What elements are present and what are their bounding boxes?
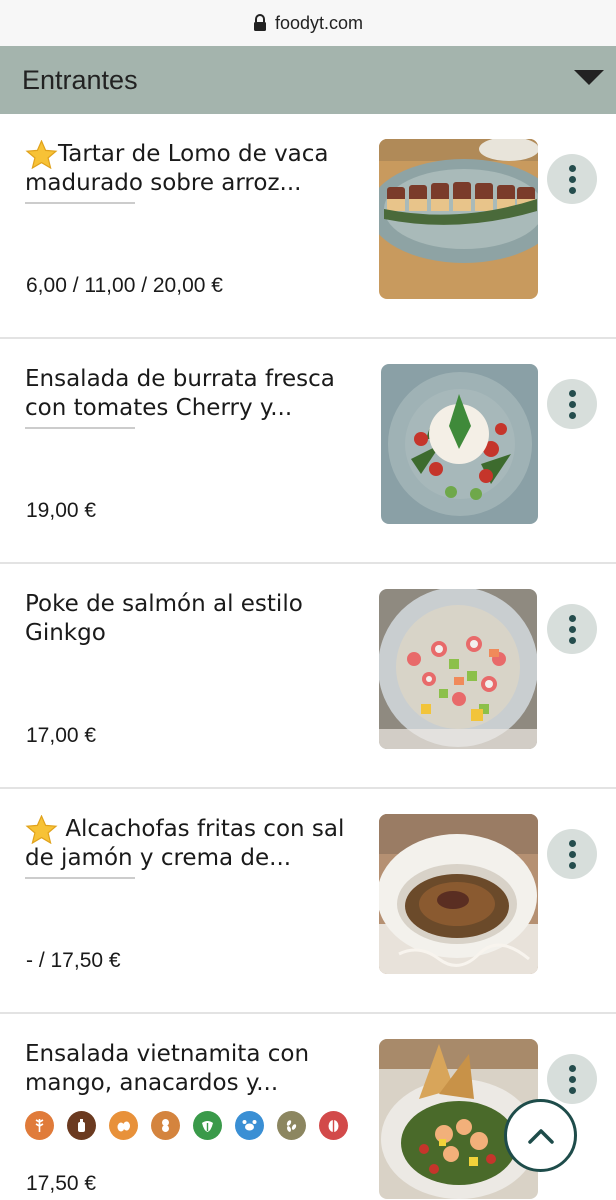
sesame-icon bbox=[277, 1111, 306, 1140]
more-vertical-icon[interactable] bbox=[547, 379, 597, 429]
item-name-text: Alcachofas fritas con sal de jamón y cre… bbox=[25, 816, 345, 871]
burrata-photo[interactable] bbox=[381, 364, 538, 524]
crustacean-icon bbox=[235, 1111, 264, 1140]
url-text: foodyt.com bbox=[274, 12, 364, 33]
tartar-photo[interactable] bbox=[379, 139, 538, 299]
item-name: Ensalada de burrata fresca con tomates C… bbox=[25, 366, 335, 421]
menu-item[interactable]: Alcachofas fritas con sal de jamón y cre… bbox=[0, 789, 616, 1014]
more-vertical-icon[interactable] bbox=[547, 1054, 597, 1104]
section-header[interactable]: Entrantes bbox=[0, 46, 616, 114]
section-title: Entrantes bbox=[22, 64, 138, 95]
item-name: Tartar de Lomo de vaca madurado sobre ar… bbox=[25, 140, 355, 198]
browser-url-bar[interactable]: foodyt.com bbox=[0, 0, 616, 46]
artichoke-photo[interactable] bbox=[379, 814, 538, 974]
truncated-line bbox=[25, 875, 135, 881]
more-vertical-icon[interactable] bbox=[547, 154, 597, 204]
item-name: Alcachofas fritas con sal de jamón y cre… bbox=[25, 815, 355, 873]
star-icon bbox=[25, 140, 58, 170]
scroll-to-top-button[interactable] bbox=[504, 1099, 577, 1172]
caret-down-icon[interactable] bbox=[574, 70, 604, 85]
item-price: 17,00 € bbox=[26, 724, 97, 747]
item-name: Ensalada vietnamita con mango, anacardos… bbox=[25, 1041, 310, 1096]
poke-photo[interactable] bbox=[379, 589, 537, 749]
star-icon bbox=[25, 815, 58, 845]
more-vertical-icon[interactable] bbox=[547, 604, 597, 654]
item-price: 19,00 € bbox=[26, 499, 97, 522]
egg-icon bbox=[109, 1111, 138, 1140]
truncated-line bbox=[25, 200, 135, 206]
item-price: 6,00 / 11,00 / 20,00 € bbox=[26, 274, 223, 297]
lock-icon bbox=[253, 14, 267, 32]
item-price: 17,50 € bbox=[26, 1172, 97, 1195]
allergen-list bbox=[25, 1111, 348, 1140]
mustard-icon bbox=[67, 1111, 96, 1140]
gluten-icon bbox=[25, 1111, 54, 1140]
celery-icon bbox=[193, 1111, 222, 1140]
nuts-icon bbox=[319, 1111, 348, 1140]
item-name-text: Tartar de Lomo de vaca madurado sobre ar… bbox=[25, 141, 329, 196]
item-name: Poke de salmón al estilo Ginkgo bbox=[25, 591, 303, 646]
menu-item[interactable]: Tartar de Lomo de vaca madurado sobre ar… bbox=[0, 114, 616, 339]
truncated-line bbox=[25, 425, 135, 431]
peanut-icon bbox=[151, 1111, 180, 1140]
menu-item[interactable]: Poke de salmón al estilo Ginkgo 17,00 € bbox=[0, 564, 616, 789]
item-price: - / 17,50 € bbox=[26, 949, 121, 972]
menu-list: Tartar de Lomo de vaca madurado sobre ar… bbox=[0, 114, 616, 1200]
menu-item[interactable]: Ensalada de burrata fresca con tomates C… bbox=[0, 339, 616, 564]
more-vertical-icon[interactable] bbox=[547, 829, 597, 879]
chevron-up-icon bbox=[527, 1128, 554, 1144]
